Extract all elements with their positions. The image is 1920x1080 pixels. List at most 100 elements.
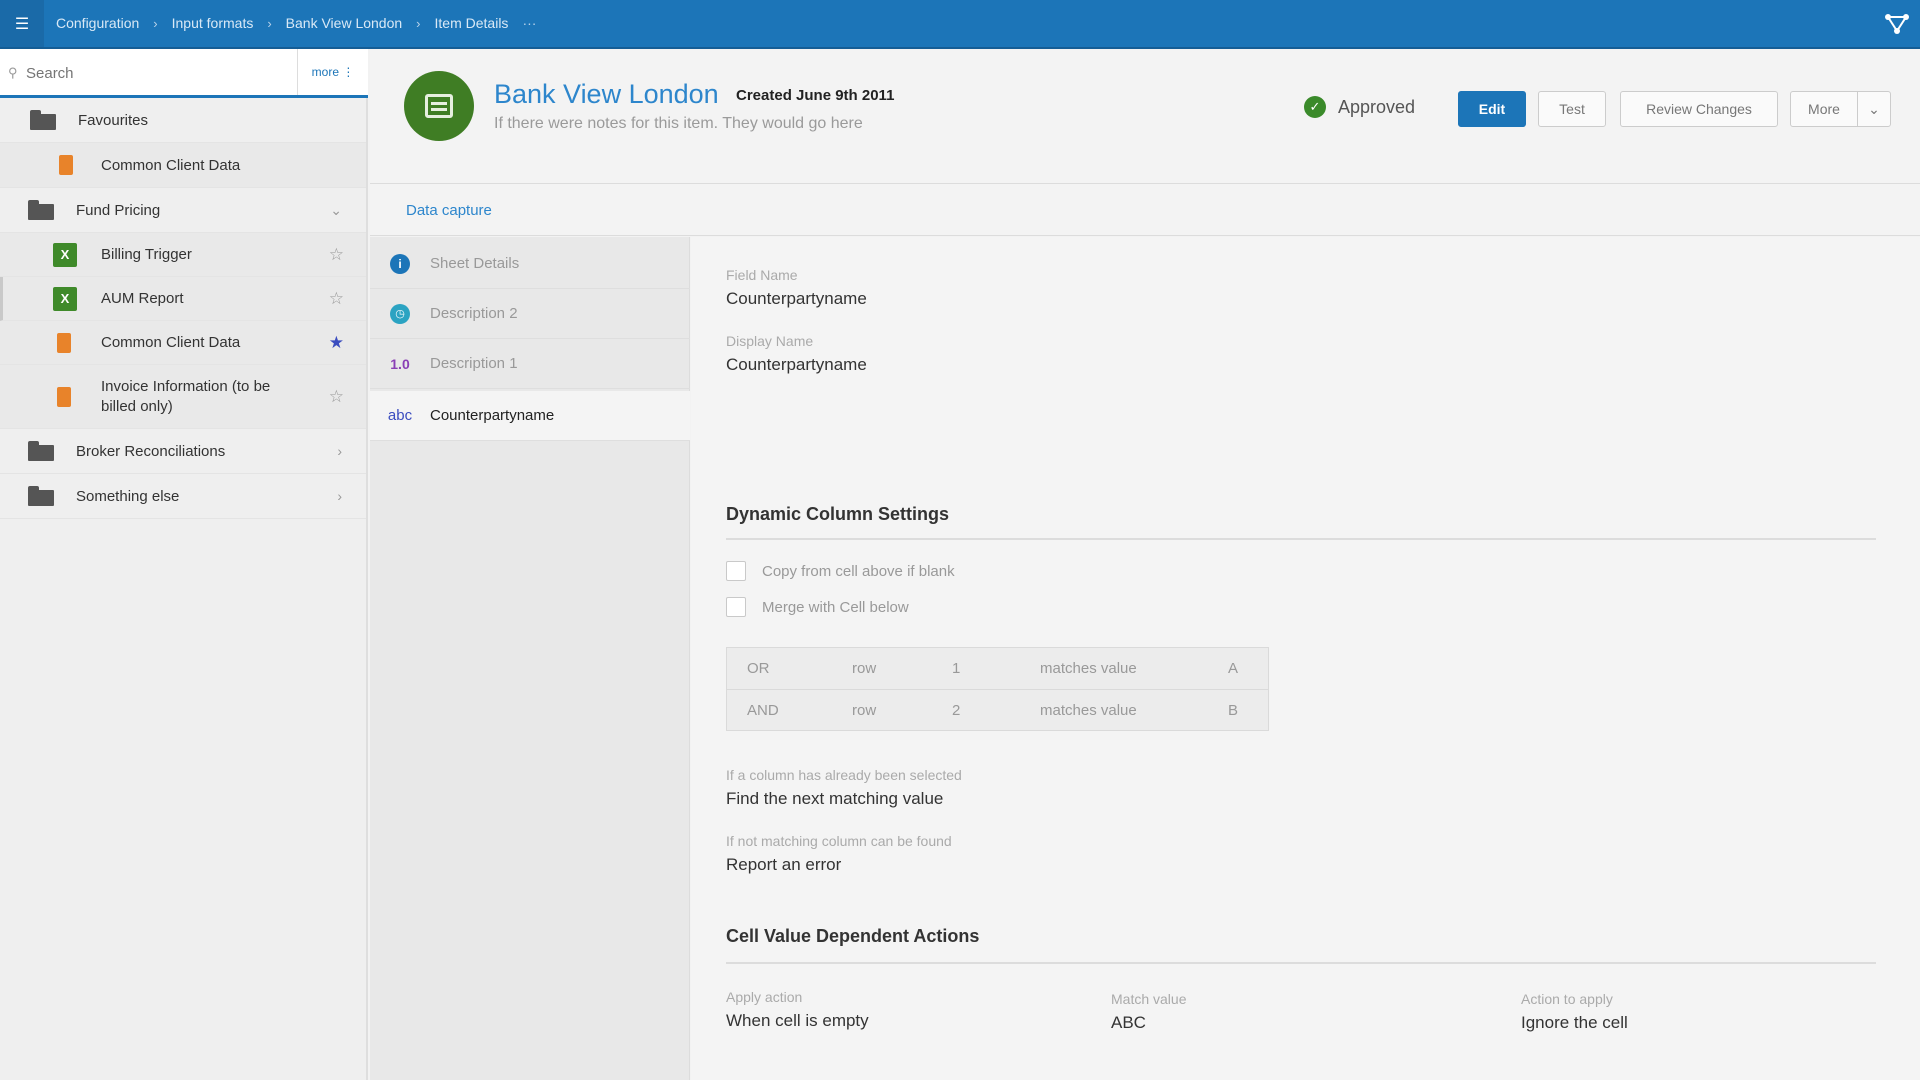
search-more-link[interactable]: more ⋮ <box>297 49 368 95</box>
status-badge: ✓ Approved <box>1304 96 1415 118</box>
chevron-right-icon[interactable]: › <box>337 488 342 504</box>
divider <box>726 962 1876 964</box>
action-to-apply-label: Action to apply <box>1521 991 1613 1007</box>
copy-from-above-option[interactable]: Copy from cell above if blank <box>726 561 955 581</box>
apply-action-value: When cell is empty <box>726 1011 869 1030</box>
chevron-right-icon: › <box>416 15 421 31</box>
cell-value-actions-title: Cell Value Dependent Actions <box>726 926 980 946</box>
rule-operator: OR <box>747 660 770 677</box>
rule-target: row <box>852 701 877 719</box>
rule-value: A <box>1228 660 1239 677</box>
document-icon <box>57 386 71 407</box>
rule-operator: AND <box>747 701 779 719</box>
checkbox-label: Merge with Cell below <box>762 598 909 616</box>
chevron-down-icon: ⌄ <box>1868 100 1880 117</box>
merge-with-below-checkbox[interactable] <box>726 597 746 617</box>
section-label: Sheet Details <box>430 255 520 272</box>
breadcrumb-bank-view-london[interactable]: Bank View London <box>286 15 403 31</box>
table-icon <box>425 94 453 118</box>
sidebar-item-common-client-data[interactable]: Common Client Data <box>0 143 366 188</box>
breadcrumb-configuration[interactable]: Configuration <box>56 15 139 31</box>
number-icon: 1.0 <box>390 355 410 372</box>
excel-icon: X <box>53 242 77 267</box>
breadcrumb: Configuration › Input formats › Bank Vie… <box>56 15 536 31</box>
star-icon[interactable]: ☆ <box>329 387 344 407</box>
section-counterpartyname[interactable]: abc Counterpartyname <box>370 391 690 441</box>
rule-condition: matches value <box>1040 701 1137 719</box>
section-nav: i Sheet Details ◷ Description 2 1.0 Desc… <box>370 237 690 1080</box>
search-input[interactable] <box>26 59 286 87</box>
sidebar-folder-something-else[interactable]: Something else › <box>0 474 366 519</box>
text-icon: abc <box>387 407 413 424</box>
star-icon[interactable]: ☆ <box>329 289 344 309</box>
test-button[interactable]: Test <box>1538 91 1606 127</box>
column-match-rules: OR row 1 matches value A AND row 2 match… <box>726 647 1269 731</box>
info-icon: i <box>390 253 410 274</box>
chevron-right-icon: › <box>153 15 158 31</box>
search-bar: ⚲ more ⋮ <box>0 49 368 98</box>
sidebar-item-label: Invoice Information (to be billed only) <box>101 377 271 415</box>
document-icon <box>57 332 71 353</box>
folder-icon <box>30 110 56 130</box>
item-header: Bank View London Created June 9th 2011 I… <box>370 49 1920 184</box>
more-dropdown-button[interactable]: ⌄ <box>1857 91 1891 127</box>
sidebar-folder-fund-pricing[interactable]: Fund Pricing ⌄ <box>0 188 366 233</box>
section-description-2[interactable]: ◷ Description 2 <box>370 289 690 339</box>
action-to-apply-value: Ignore the cell <box>1521 1013 1628 1032</box>
sidebar-item-label: AUM Report <box>101 290 184 307</box>
chevron-right-icon: › <box>267 15 272 31</box>
tab-data-capture[interactable]: Data capture <box>406 202 492 219</box>
chevron-down-icon[interactable]: ⌄ <box>330 202 342 219</box>
sidebar-item-billing-trigger[interactable]: X Billing Trigger ☆ <box>0 233 366 277</box>
clock-icon: ◷ <box>390 303 410 324</box>
sidebar-item-label: Broker Reconciliations <box>76 442 226 460</box>
rule-number: 1 <box>952 660 961 677</box>
sidebar-item-invoice-information[interactable]: Invoice Information (to be billed only) … <box>0 365 366 429</box>
search-icon: ⚲ <box>8 65 18 80</box>
merge-with-below-option[interactable]: Merge with Cell below <box>726 597 909 617</box>
sidebar-item-label: Common Client Data <box>101 156 241 174</box>
folder-icon <box>28 200 54 220</box>
breadcrumb-item-details[interactable]: Item Details <box>435 15 509 31</box>
already-selected-label: If a column has already been selected <box>726 767 962 783</box>
sidebar-folder-broker-reconciliations[interactable]: Broker Reconciliations › <box>0 429 366 474</box>
sidebar-folder-favourites[interactable]: Favourites <box>0 98 366 143</box>
menu-icon[interactable]: ☰ <box>0 0 44 47</box>
copy-from-above-checkbox[interactable] <box>726 561 746 581</box>
sidebar-item-common-client-data-2[interactable]: Common Client Data ★ <box>0 321 366 365</box>
detail-panel: Field Name Counterpartyname Display Name… <box>691 237 1920 1080</box>
field-name-value: Counterpartyname <box>726 289 867 308</box>
apply-action-label: Apply action <box>726 989 803 1005</box>
top-bar: ☰ Configuration › Input formats › Bank V… <box>0 0 1920 49</box>
network-icon[interactable] <box>1884 12 1910 36</box>
star-icon[interactable]: ☆ <box>329 245 344 265</box>
no-match-label: If not matching column can be found <box>726 833 952 849</box>
excel-icon: X <box>53 286 77 311</box>
section-description-1[interactable]: 1.0 Description 1 <box>370 339 690 389</box>
star-filled-icon[interactable]: ★ <box>329 333 344 353</box>
document-icon <box>59 155 73 175</box>
created-date: Created June 9th 2011 <box>736 87 895 104</box>
sidebar-item-label: Common Client Data <box>101 334 241 351</box>
rule-condition: matches value <box>1040 660 1137 677</box>
section-sheet-details[interactable]: i Sheet Details <box>370 239 690 289</box>
field-name-label: Field Name <box>726 267 798 283</box>
sidebar-item-aum-report[interactable]: X AUM Report ☆ <box>0 277 366 321</box>
chevron-right-icon[interactable]: › <box>337 443 342 459</box>
rule-row[interactable]: OR row 1 matches value A <box>727 648 1268 689</box>
match-value-label: Match value <box>1111 991 1187 1007</box>
rule-value: B <box>1228 701 1239 719</box>
rule-number: 2 <box>952 701 961 719</box>
breadcrumb-input-formats[interactable]: Input formats <box>172 15 254 31</box>
checkbox-label: Copy from cell above if blank <box>762 562 955 580</box>
breadcrumb-more[interactable]: ··· <box>522 15 536 31</box>
rule-row[interactable]: AND row 2 matches value B <box>727 689 1268 730</box>
edit-button[interactable]: Edit <box>1458 91 1526 127</box>
folder-icon <box>28 441 54 461</box>
review-changes-button[interactable]: Review Changes <box>1620 91 1778 127</box>
more-button[interactable]: More <box>1790 91 1858 127</box>
divider <box>726 538 1876 540</box>
sidebar: ⚲ more ⋮ Favourites Common Client Data F… <box>0 49 368 1080</box>
sidebar-item-label: Something else <box>76 487 180 505</box>
display-name-label: Display Name <box>726 333 814 349</box>
